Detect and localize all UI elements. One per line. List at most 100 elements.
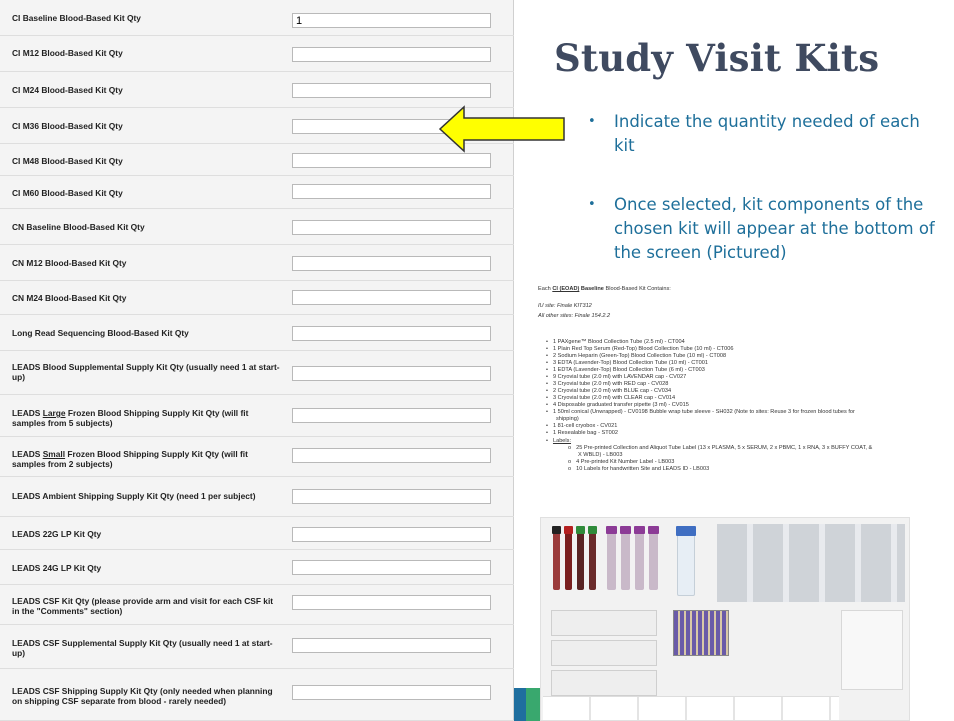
cap-image	[648, 526, 659, 534]
kit-item: • 3 Cryovial tube (2.0 ml) with CLEAR cap…	[546, 395, 676, 401]
field-label: CI M12 Blood-Based Kit Qty	[12, 48, 123, 58]
kit-qty-input[interactable]	[292, 326, 491, 341]
form-row: LEADS CSF Shipping Supply Kit Qty (only …	[0, 669, 514, 721]
kit-qty-input[interactable]	[292, 527, 491, 542]
kit-qty-input[interactable]	[292, 153, 491, 168]
bullet-dot-icon: •	[588, 114, 596, 129]
tube-image	[607, 532, 616, 590]
bullet-text: Indicate the quantity needed of each kit	[614, 112, 920, 155]
field-label: CI M60 Blood-Based Kit Qty	[12, 188, 123, 198]
tube-image	[635, 532, 644, 590]
kit-item: • 1 EDTA (Lavender-Top) Blood Collection …	[546, 367, 705, 373]
kit-contents-panel: Each CI (EOAD) Baseline Blood-Based Kit …	[532, 283, 954, 521]
form-row: LEADS 22G LP Kit Qty	[0, 517, 514, 550]
kit-qty-input[interactable]	[292, 47, 491, 62]
list-bullet-icon: •	[546, 388, 548, 394]
resealable-bag-image	[841, 610, 903, 690]
cap-image	[620, 526, 631, 534]
field-label: CN M12 Blood-Based Kit Qty	[12, 258, 127, 268]
kit-qty-input[interactable]	[292, 408, 491, 423]
field-label: CI M48 Blood-Based Kit Qty	[12, 156, 123, 166]
form-row: LEADS CSF Supplemental Supply Kit Qty (u…	[0, 625, 514, 669]
kit-components-photo	[540, 517, 910, 721]
sub-bullet-icon: o	[568, 466, 572, 472]
form-row: CI M60 Blood-Based Kit Qty	[0, 176, 514, 209]
cap-image	[588, 526, 597, 534]
kit-heading: Each CI (EOAD) Baseline Blood-Based Kit …	[538, 286, 671, 292]
list-bullet-icon: •	[546, 360, 548, 366]
list-bullet-icon: •	[546, 367, 548, 373]
bullet-quantity: • Indicate the quantity needed of each k…	[588, 110, 944, 160]
field-label: CI Baseline Blood-Based Kit Qty	[12, 13, 141, 23]
bullet-dot-icon: •	[588, 197, 596, 212]
list-bullet-icon: •	[546, 353, 548, 359]
tube-image	[589, 532, 596, 590]
field-label: CN M24 Blood-Based Kit Qty	[12, 293, 127, 303]
list-bullet-icon: •	[546, 438, 548, 444]
bullet-text: Once selected, kit components of the cho…	[614, 195, 935, 262]
kit-qty-input[interactable]	[292, 685, 491, 700]
field-label: CN Baseline Blood-Based Kit Qty	[12, 222, 145, 232]
form-row: LEADS Ambient Shipping Supply Kit Qty (n…	[0, 477, 514, 517]
kit-qty-input[interactable]	[292, 595, 491, 610]
list-bullet-icon: •	[546, 409, 548, 415]
kit-item: • 2 Sodium Heparin (Green-Top) Blood Coll…	[546, 353, 727, 359]
kit-qty-input[interactable]	[292, 638, 491, 653]
kit-arm-link[interactable]: CI (EOAD)	[552, 286, 579, 292]
cap-image	[564, 526, 573, 534]
tube-image	[649, 532, 658, 590]
list-bullet-icon: •	[546, 339, 548, 345]
form-row: Long Read Sequencing Blood-Based Kit Qty	[0, 315, 514, 351]
list-bullet-icon: •	[546, 430, 548, 436]
field-label: LEADS CSF Shipping Supply Kit Qty (only …	[12, 686, 273, 706]
kit-sub-item: o 10 Labels for handwritten Site and LEAD…	[568, 466, 710, 472]
field-label: LEADS Large Frozen Blood Shipping Supply…	[12, 408, 249, 428]
tube-image	[577, 532, 584, 590]
kit-item: • 3 EDTA (Lavender-Top) Blood Collection …	[546, 360, 709, 366]
form-row: CI M36 Blood-Based Kit Qty	[0, 108, 514, 144]
kit-qty-input[interactable]	[292, 184, 491, 199]
form-row: LEADS 24G LP Kit Qty	[0, 550, 514, 585]
list-bullet-icon: •	[546, 346, 548, 352]
kit-sub-item: o 25 Pre-printed Collection and Aliquot T…	[568, 445, 873, 451]
field-label: LEADS Ambient Shipping Supply Kit Qty (n…	[12, 491, 256, 501]
form-row: LEADS CSF Kit Qty (please provide arm an…	[0, 585, 514, 625]
form-row: CI M24 Blood-Based Kit Qty	[0, 72, 514, 108]
kit-item: shipping)	[556, 416, 579, 422]
field-label: LEADS CSF Kit Qty (please provide arm an…	[12, 596, 274, 616]
pipette-image	[551, 670, 657, 696]
kit-qty-input[interactable]	[292, 83, 491, 98]
kit-qty-input[interactable]	[292, 489, 491, 504]
kit-qty-input[interactable]	[292, 366, 491, 381]
kit-qty-input[interactable]	[292, 290, 491, 305]
kit-qty-input[interactable]	[292, 13, 491, 28]
slide-title: Study Visit Kits	[554, 36, 880, 80]
kit-iu-site: IU site: Finale KIT312	[538, 303, 592, 309]
tube-image	[621, 532, 630, 590]
form-row: CI Baseline Blood-Based Kit Qty	[0, 3, 514, 36]
kit-qty-input[interactable]	[292, 448, 491, 463]
label-sheet-image	[543, 696, 839, 720]
list-bullet-icon: •	[546, 374, 548, 380]
field-label: LEADS 24G LP Kit Qty	[12, 563, 102, 573]
kit-qty-input[interactable]	[292, 220, 491, 235]
kit-item: • 1 PAXgene™ Blood Collection Tube (2.5 m…	[546, 339, 685, 345]
conical-tube-image	[677, 534, 695, 596]
field-label: Long Read Sequencing Blood-Based Kit Qty	[12, 328, 189, 338]
kit-other-sites: All other sites: Finale 154.2.2	[538, 313, 611, 319]
kit-item: • 3 Cryovial tube (2.0 ml) with RED cap -…	[546, 381, 669, 387]
pipette-image	[551, 640, 657, 666]
cap-image	[634, 526, 645, 534]
tube-image	[553, 532, 560, 590]
kit-item: • 1 Resealable bag - ST002	[546, 430, 618, 436]
kit-quantity-form: CI Baseline Blood-Based Kit Qty CI M12 Bl…	[0, 0, 514, 721]
kit-item: • 1 Plain Red Top Serum (Red-Top) Blood C…	[546, 346, 734, 352]
accent-bar	[514, 688, 526, 721]
form-row: CN M24 Blood-Based Kit Qty	[0, 281, 514, 315]
cap-image	[676, 526, 696, 536]
field-label: CI M36 Blood-Based Kit Qty	[12, 121, 123, 131]
kit-qty-input[interactable]	[292, 256, 491, 271]
list-bullet-icon: •	[546, 395, 548, 401]
kit-item: • 4 Disposable graduated transfer pipette…	[546, 402, 689, 408]
kit-qty-input[interactable]	[292, 560, 491, 575]
